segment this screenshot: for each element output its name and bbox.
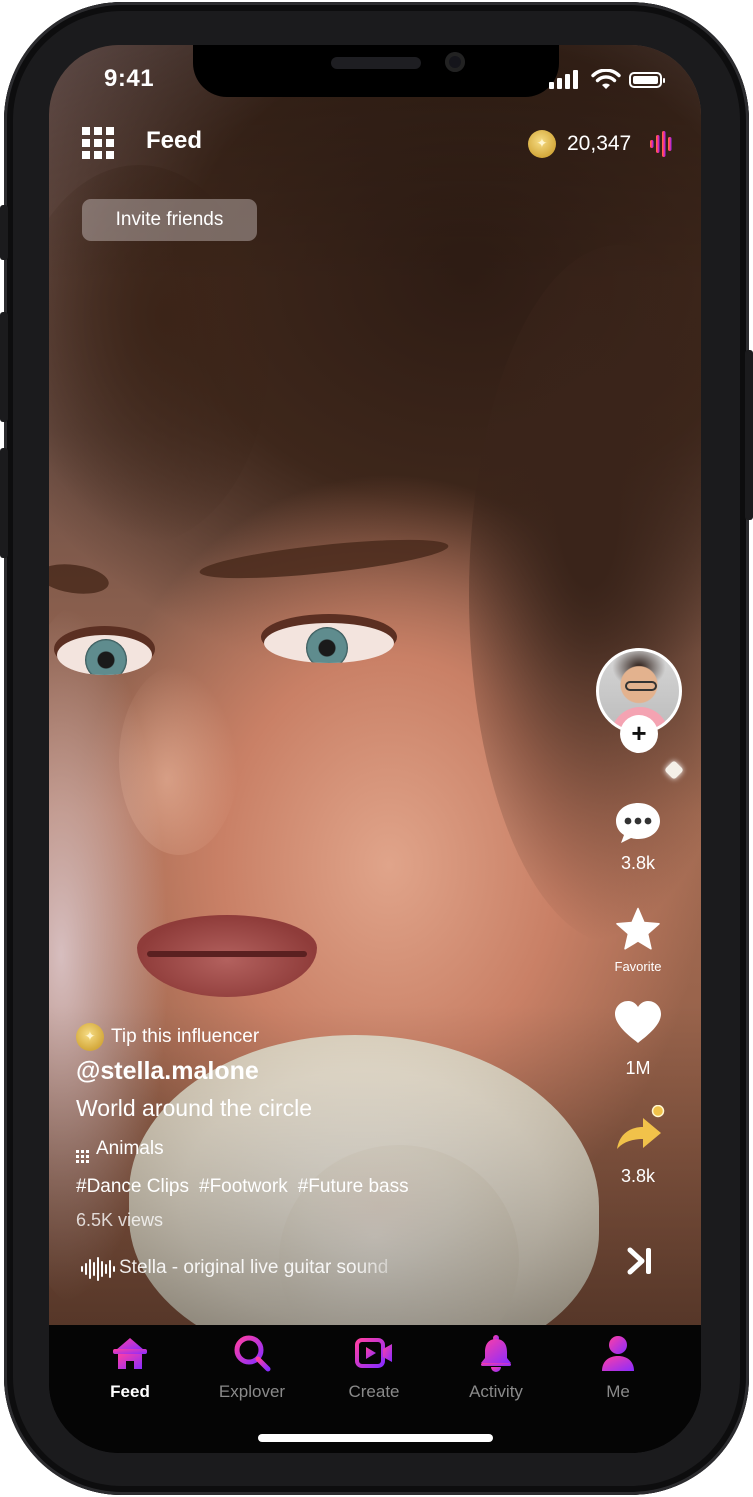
category-label: Animals: [96, 1138, 164, 1159]
nav-label: Create: [348, 1382, 400, 1401]
creator-username[interactable]: @stella.malone: [76, 1057, 259, 1086]
photo-eye: [264, 623, 394, 663]
coin-balance[interactable]: 20,347: [567, 132, 631, 156]
coin-icon: [528, 130, 556, 158]
favorite-star-icon[interactable]: [615, 907, 661, 951]
volume-up-button: [0, 312, 8, 422]
nav-label: Explover: [218, 1382, 286, 1401]
nav-create[interactable]: Create: [319, 1333, 429, 1403]
photo-nose: [119, 665, 239, 855]
share-arrow-icon[interactable]: [613, 1105, 665, 1157]
home-indicator[interactable]: [258, 1434, 493, 1442]
search-icon: [234, 1335, 271, 1372]
invite-friends-button[interactable]: Invite friends: [82, 199, 257, 241]
comment-icon[interactable]: [614, 801, 662, 845]
power-button: [745, 350, 753, 520]
avatar-glasses: [625, 681, 657, 691]
screen: 9:41 Feed 20,347 Invite friends: [49, 45, 701, 1453]
shares-count: 3.8k: [620, 1166, 656, 1186]
video-category[interactable]: Animals: [76, 1138, 164, 1163]
notch: [193, 45, 559, 97]
photo-eyebrow: [198, 532, 450, 586]
nav-label: Me: [606, 1382, 630, 1401]
tip-label: Tip this influencer: [111, 1026, 260, 1047]
sound-track[interactable]: Stella - original live guitar sound: [80, 1255, 420, 1283]
battery-icon: [629, 72, 665, 88]
tip-coin-icon: [76, 1023, 104, 1051]
view-count: 6.5K views: [76, 1210, 164, 1230]
next-video-icon[interactable]: [627, 1247, 653, 1275]
follow-plus-button[interactable]: +: [620, 715, 658, 753]
likes-count: 1M: [625, 1058, 651, 1078]
nav-me[interactable]: Me: [563, 1333, 673, 1403]
video-caption: World around the circle: [76, 1095, 313, 1121]
mute-switch: [0, 205, 8, 260]
volume-down-button: [0, 448, 8, 558]
photo-eyebrow: [49, 560, 111, 598]
favorite-label: Favorite: [614, 959, 662, 974]
sound-title: Stella - original live guitar sound: [119, 1257, 389, 1278]
nav-label: Activity: [469, 1382, 523, 1401]
hashtag[interactable]: #Future bass: [298, 1176, 409, 1197]
bell-icon: [481, 1335, 511, 1372]
nav-explover[interactable]: Explover: [197, 1333, 307, 1403]
comments-count: 3.8k: [620, 853, 656, 873]
status-icons: [549, 69, 669, 93]
front-camera: [445, 52, 465, 72]
hashtag[interactable]: #Dance Clips: [76, 1176, 189, 1197]
hashtag[interactable]: #Footwork: [199, 1176, 288, 1197]
hashtag-list: #Dance Clips #Footwork #Future bass: [76, 1176, 419, 1198]
nav-label: Feed: [110, 1382, 150, 1401]
wifi-icon: [591, 69, 621, 89]
sound-wave-icon: [81, 1257, 115, 1281]
video-camera-icon: [355, 1338, 392, 1368]
user-icon: [602, 1336, 634, 1371]
photo-hair-right: [469, 245, 701, 945]
home-icon: [113, 1338, 147, 1369]
photo-eye: [57, 635, 152, 675]
like-heart-icon[interactable]: [613, 1000, 663, 1044]
nav-feed[interactable]: Feed: [75, 1333, 185, 1403]
status-time: 9:41: [104, 65, 155, 92]
category-grid-icon: [76, 1150, 89, 1163]
live-sound-bars-icon[interactable]: [649, 131, 675, 157]
speaker-grille: [331, 57, 421, 69]
nav-activity[interactable]: Activity: [441, 1333, 551, 1403]
page-title: Feed: [146, 127, 203, 154]
menu-grid-icon[interactable]: [82, 127, 114, 159]
